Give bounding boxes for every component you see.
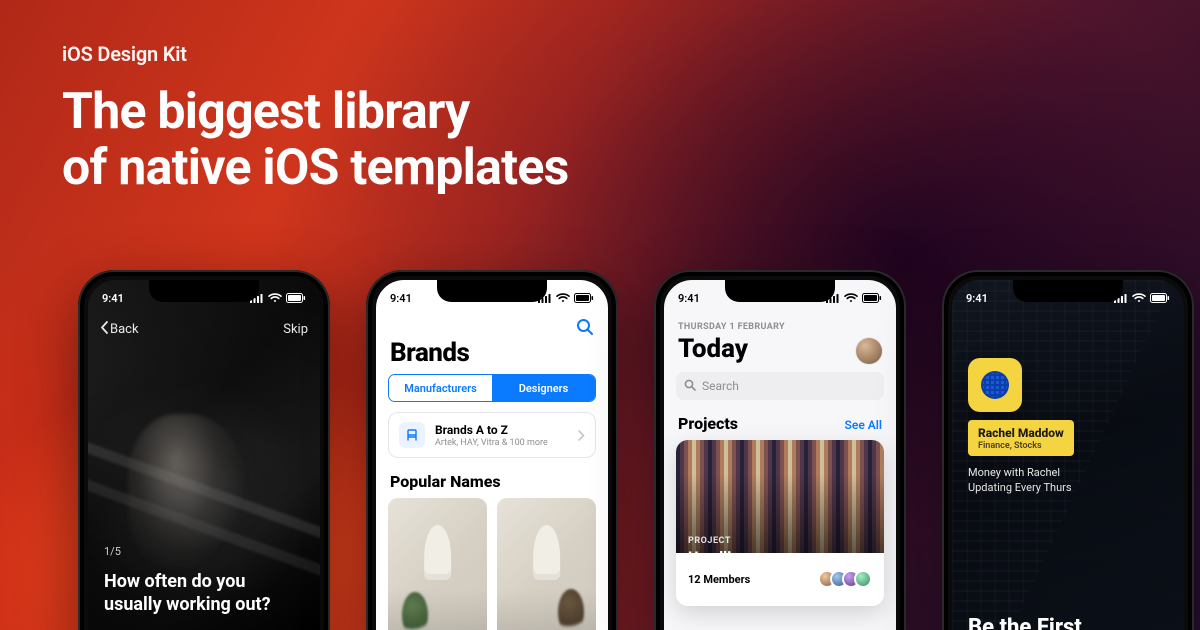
chair-icon [399,422,425,448]
avatar [854,570,872,588]
card-title: Brands A to Z [435,423,568,437]
status-icons [250,293,306,303]
segmented-control: Manufacturers Designers [388,374,596,402]
notch [725,280,835,302]
author-name: Rachel Maddow [978,426,1064,440]
section-popular-names: Popular Names [390,472,501,491]
notch [1013,280,1123,302]
hero-eyebrow: iOS Design Kit [62,42,569,66]
promo-canvas: iOS Design Kit The biggest library of na… [0,0,1200,630]
nav-row: Back Skip [88,314,320,344]
question-line2: usually working out? [104,594,271,615]
search-field[interactable]: Search [676,372,884,400]
search-icon[interactable] [576,318,594,340]
phone-screen: 9:41 Rachel Maddow Finance, Stocks Money… [952,280,1184,630]
member-avatars [818,570,872,588]
status-icons [1114,293,1170,303]
episode-description: Money with Rachel Updating Every Thurs [968,466,1174,496]
episode-title: Be the First [968,615,1174,630]
onboarding-question: How often do you usually working out? [104,571,304,616]
wifi-icon [1132,293,1146,303]
back-button[interactable]: Back [100,321,139,338]
phone-mockup-onboarding: 9:41 Back Skip 1/5 [78,270,330,630]
section-header: Projects See All [678,414,882,433]
brands-az-card[interactable]: Brands A to Z Artek, HAY, Vitra & 100 mo… [388,412,596,458]
profile-avatar[interactable] [856,338,882,364]
chevron-left-icon [100,321,108,338]
hero-headline-line2: of native iOS templates [62,139,569,197]
app-icon[interactable] [968,358,1022,412]
phone-mockup-today: 9:41 THURSDAY 1 FEBRUARY Today Search Pr… [654,270,906,630]
screen-title: Today [678,334,748,364]
wifi-icon [844,293,858,303]
card-text: Brands A to Z Artek, HAY, Vitra & 100 mo… [435,423,568,448]
battery-icon [286,293,306,303]
notch [437,280,547,302]
status-time: 9:41 [102,292,124,305]
brand-tile[interactable] [497,498,596,630]
wifi-icon [556,293,570,303]
battery-icon [1150,293,1170,303]
question-line1: How often do you [104,571,245,592]
globe-icon [981,371,1009,399]
desc-line1: Money with Rachel [968,466,1060,479]
back-label: Back [110,322,139,337]
wifi-icon [268,293,282,303]
status-time: 9:41 [678,292,700,305]
status-icons [538,293,594,303]
status-icons [826,293,882,303]
phone-screen: 9:41 Back Skip 1/5 [88,280,320,630]
author-category: Finance, Stocks [978,441,1064,451]
search-placeholder: Search [702,379,739,393]
search-icon [684,379,696,394]
notch [149,280,259,302]
step-counter: 1/5 [104,545,121,558]
card-subtitle: Artek, HAY, Vitra & 100 more [435,438,568,448]
status-time: 9:41 [966,292,988,305]
phone-mockup-podcast: 9:41 Rachel Maddow Finance, Stocks Money… [942,270,1194,630]
see-all-link[interactable]: See All [845,418,882,432]
phone-screen: 9:41 Brands Manufacturers Designers [376,280,608,630]
segment-designers[interactable]: Designers [492,375,595,401]
segment-manufacturers[interactable]: Manufacturers [389,375,492,401]
project-headline: Headline [688,548,748,566]
hero-text: iOS Design Kit The biggest library of na… [62,42,569,196]
date-label: THURSDAY 1 FEBRUARY [678,322,785,332]
phones-row: 9:41 Back Skip 1/5 [0,270,1200,630]
battery-icon [862,293,882,303]
skip-button[interactable]: Skip [283,322,308,337]
status-time: 9:41 [390,292,412,305]
section-title: Projects [678,414,738,433]
hero-headline-line1: The biggest library [62,83,469,141]
hero-headline: The biggest library of native iOS templa… [62,84,569,196]
author-badge[interactable]: Rachel Maddow Finance, Stocks [968,420,1074,456]
screen-title: Brands [390,338,469,368]
chevron-right-icon [578,430,585,441]
desc-line2: Updating Every Thurs [968,481,1072,494]
project-eyebrow: PROJECT [688,536,731,546]
phone-screen: 9:41 THURSDAY 1 FEBRUARY Today Search Pr… [664,280,896,630]
phone-mockup-brands: 9:41 Brands Manufacturers Designers [366,270,618,630]
brand-tile[interactable] [388,498,487,630]
project-card[interactable]: PROJECT Headline 12 Members [676,440,884,606]
popular-grid [388,498,596,630]
members-count: 12 Members [688,573,750,586]
battery-icon [574,293,594,303]
